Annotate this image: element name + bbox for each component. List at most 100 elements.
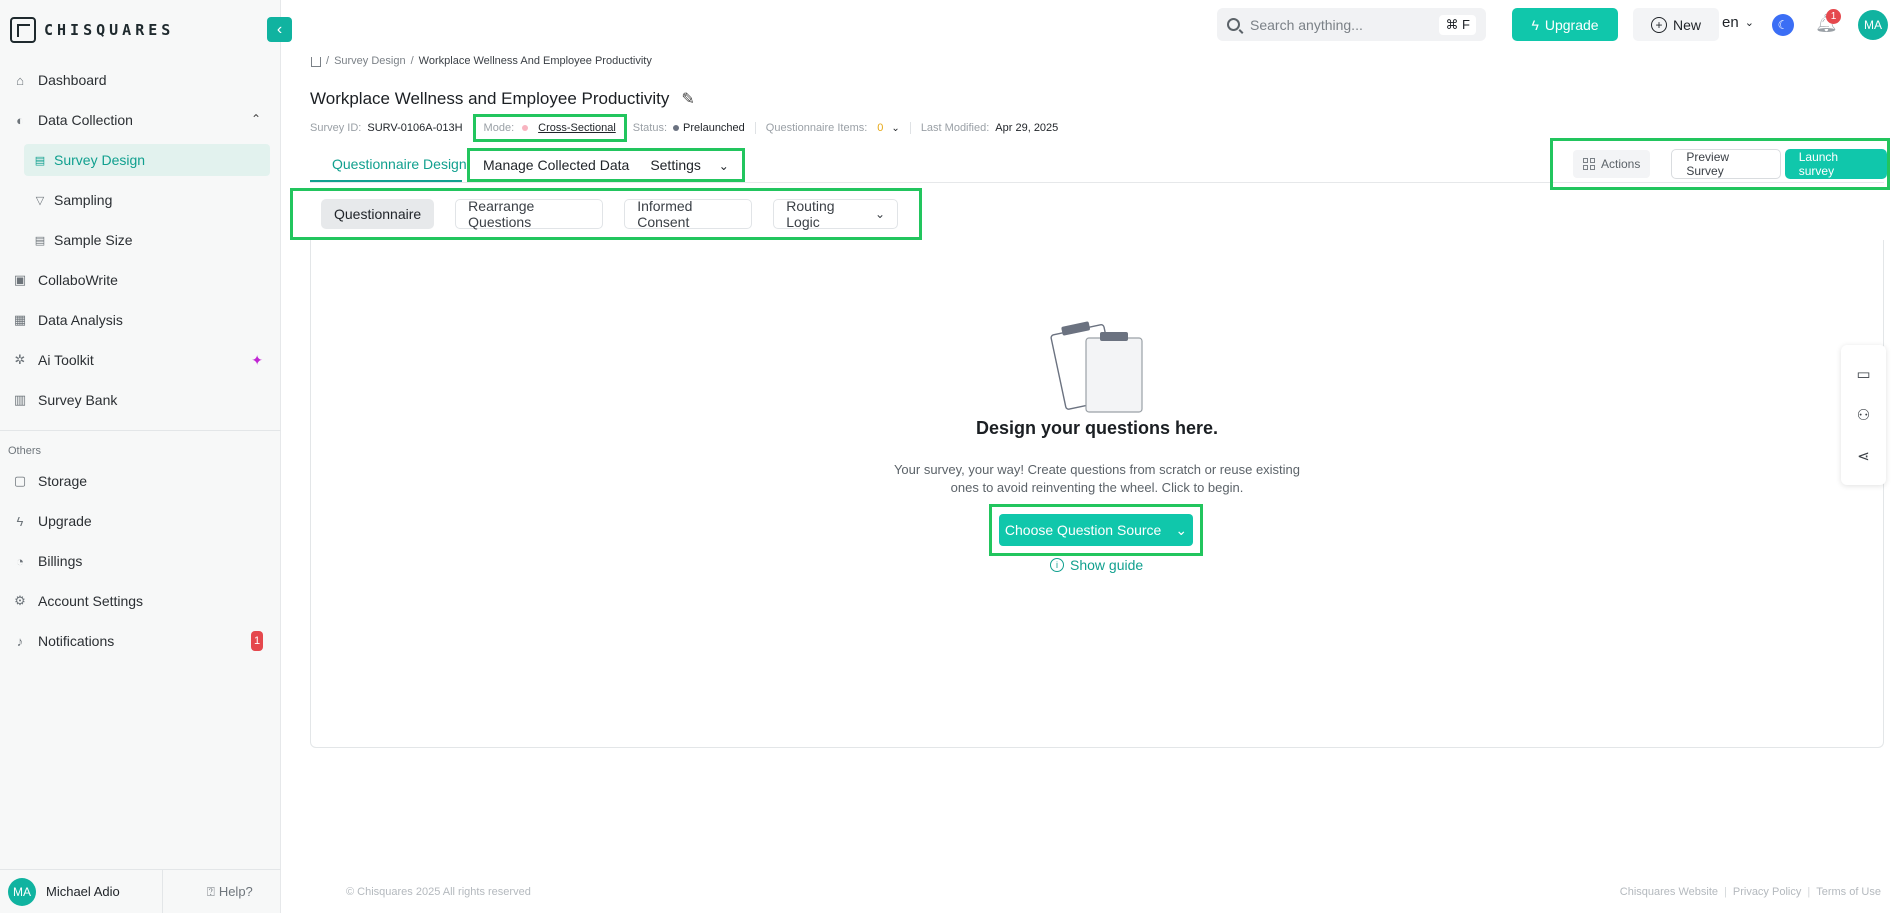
upgrade-button[interactable]: ϟ Upgrade — [1512, 8, 1618, 41]
launch-survey-button[interactable]: Launch survey — [1784, 149, 1887, 179]
sidebar-item-label: Account Settings — [38, 593, 144, 609]
search-input[interactable]: Search anything... ⌘ F — [1217, 8, 1486, 41]
header-actions-highlight: Actions Preview Survey Launch survey — [1550, 138, 1890, 190]
chevron-up-icon[interactable]: ⌃ — [251, 112, 261, 126]
sidebar-item-label: Dashboard — [38, 72, 107, 88]
breadcrumb-link[interactable]: Survey Design — [334, 55, 406, 67]
edit-icon[interactable]: ✎ — [681, 89, 694, 109]
tabs-highlight: Manage Collected Data Settings ⌄ — [467, 148, 745, 182]
empty-state-title: Design your questions here. — [975, 418, 1219, 438]
sidebar-item-survey-design[interactable]: ▤ Survey Design — [24, 144, 270, 176]
sidebar-item-account-settings[interactable]: ⚙ Account Settings — [0, 585, 281, 617]
footer-link-privacy[interactable]: Privacy Policy — [1733, 886, 1801, 898]
chevron-down-icon: ⌄ — [718, 159, 729, 173]
help-button[interactable]: ⍰ Help? — [207, 884, 253, 900]
sidebar-item-collabowrite[interactable]: ▣ CollaboWrite — [0, 264, 281, 296]
others-section-label: Others — [8, 445, 42, 457]
mode-dot-icon — [522, 125, 529, 131]
footer-link-terms[interactable]: Terms of Use — [1816, 886, 1881, 898]
chat-icon[interactable]: ▭ — [1856, 365, 1870, 383]
help-label: Help? — [218, 884, 253, 899]
breadcrumb: / Survey Design / Workplace Wellness And… — [311, 54, 652, 67]
sidebar-item-label: Survey Design — [54, 152, 146, 168]
home-icon[interactable] — [311, 57, 321, 67]
share-icon[interactable]: ⋖ — [1857, 447, 1870, 465]
subtab-informed-consent[interactable]: Informed Consent — [624, 198, 753, 230]
tab-settings[interactable]: Settings ⌄ — [650, 157, 729, 173]
modified-value: Apr 29, 2025 — [995, 122, 1059, 134]
actions-button[interactable]: Actions — [1573, 150, 1651, 178]
collapse-sidebar-button[interactable]: ‹ — [267, 17, 292, 42]
tab-manage-collected-data[interactable]: Manage Collected Data — [483, 157, 629, 173]
language-select[interactable]: en ⌄ — [1722, 14, 1754, 31]
profile-avatar[interactable]: MA — [1858, 10, 1888, 40]
logo[interactable]: CHISQUARES — [10, 17, 174, 43]
sidebar-item-storage[interactable]: ▢ Storage — [0, 465, 281, 497]
preview-survey-button[interactable]: Preview Survey — [1671, 149, 1781, 179]
new-button[interactable]: + New — [1633, 8, 1719, 41]
collaborators-icon[interactable]: ⚇ — [1857, 406, 1870, 424]
gear-icon: ⚙ — [14, 593, 26, 608]
footer-link-website[interactable]: Chisquares Website — [1620, 886, 1718, 898]
magic-wand-icon: ✦ — [251, 352, 263, 368]
sidebar-item-label: Ai Toolkit — [38, 352, 94, 368]
sidebar-item-label: Sampling — [54, 192, 113, 208]
search-shortcut: ⌘ F — [1439, 14, 1476, 35]
sidebar-item-ai-toolkit[interactable]: ✲ Ai Toolkit ✦ — [0, 344, 281, 376]
subtab-rearrange-questions[interactable]: Rearrange Questions — [455, 198, 604, 230]
floating-side-toolbar: ▭ ⚇ ⋖ — [1841, 345, 1886, 485]
sidebar-item-notifications[interactable]: ♪ Notifications 1 — [0, 625, 281, 657]
sidebar-item-label: Sample Size — [54, 232, 133, 248]
search-icon — [1227, 18, 1240, 31]
show-guide-link[interactable]: i Show guide — [1050, 557, 1143, 573]
avatar[interactable]: MA — [8, 877, 36, 906]
choose-question-source-button[interactable]: Choose Question Source ⌄ — [999, 514, 1193, 546]
choose-question-source-label: Choose Question Source — [1004, 522, 1162, 538]
status-label: Status: — [632, 122, 668, 134]
sidebar-item-label: Upgrade — [38, 513, 92, 529]
sidebar: CHISQUARES ⌂ Dashboard ◐ Data Collection… — [0, 0, 281, 913]
show-guide-label: Show guide — [1070, 557, 1144, 573]
sidebar-item-sampling[interactable]: ▽ Sampling — [0, 184, 281, 216]
empty-state-description: Your survey, your way! Create questions … — [893, 462, 1301, 495]
sidebar-item-label: Data Analysis — [38, 312, 123, 328]
upgrade-label: Upgrade — [1544, 16, 1599, 33]
choose-source-highlight: Choose Question Source ⌄ — [989, 504, 1203, 556]
info-icon: i — [1050, 558, 1064, 572]
chevron-down-icon: ⌄ — [874, 207, 886, 221]
items-label: Questionnaire Items: — [765, 122, 868, 134]
survey-title: Workplace Wellness and Employee Producti… — [310, 89, 670, 108]
mode-link[interactable]: Cross-Sectional — [538, 122, 616, 134]
active-tab-indicator — [310, 180, 462, 182]
sidebar-item-sample-size[interactable]: ▤ Sample Size — [0, 224, 281, 256]
subtab-routing-logic[interactable]: Routing Logic ⌄ — [773, 198, 899, 230]
footer-copyright: © Chisquares 2025 All rights reserved — [346, 886, 531, 898]
file-icon: ▤ — [34, 154, 46, 167]
sidebar-nav: ⌂ Dashboard ◐ Data Collection ⌃ ▤ Survey… — [0, 64, 281, 665]
user-name[interactable]: Michael Adio — [46, 884, 162, 899]
sidebar-item-data-analysis[interactable]: ▦ Data Analysis — [0, 304, 281, 336]
analysis-icon: ▦ — [13, 312, 27, 327]
sidebar-divider — [0, 430, 281, 431]
tab-questionnaire-design[interactable]: Questionnaire Design — [332, 156, 467, 172]
chevron-down-icon[interactable]: ⌄ — [891, 123, 899, 134]
sidebar-item-billings[interactable]: ◔ Billings — [0, 545, 281, 577]
tab-settings-label: Settings — [650, 157, 701, 173]
chevron-down-icon: ⌄ — [1744, 17, 1754, 29]
mode-label: Mode: — [483, 122, 515, 134]
sidebar-item-data-collection[interactable]: ◐ Data Collection ⌃ — [0, 104, 281, 136]
sidebar-item-dashboard[interactable]: ⌂ Dashboard — [0, 64, 281, 96]
funnel-icon: ▽ — [35, 194, 45, 207]
sidebar-item-upgrade[interactable]: ϟ Upgrade — [0, 505, 281, 537]
collabowrite-icon: ▣ — [13, 272, 27, 287]
user-bar: MA Michael Adio ⍰ Help? — [0, 869, 281, 913]
subtabs-highlight: Questionnaire Rearrange Questions Inform… — [290, 188, 922, 240]
sidebar-item-label: Billings — [38, 553, 83, 569]
subtab-questionnaire[interactable]: Questionnaire — [321, 199, 435, 229]
clipboards-illustration-icon — [1050, 321, 1143, 413]
survey-id-value: SURV-0106A-013H — [367, 122, 463, 134]
survey-id-label: Survey ID: — [310, 122, 362, 134]
sidebar-item-survey-bank[interactable]: ▥ Survey Bank — [0, 384, 281, 416]
theme-toggle-moon-icon[interactable]: ☾ — [1772, 14, 1794, 36]
language-value: en — [1722, 14, 1739, 31]
